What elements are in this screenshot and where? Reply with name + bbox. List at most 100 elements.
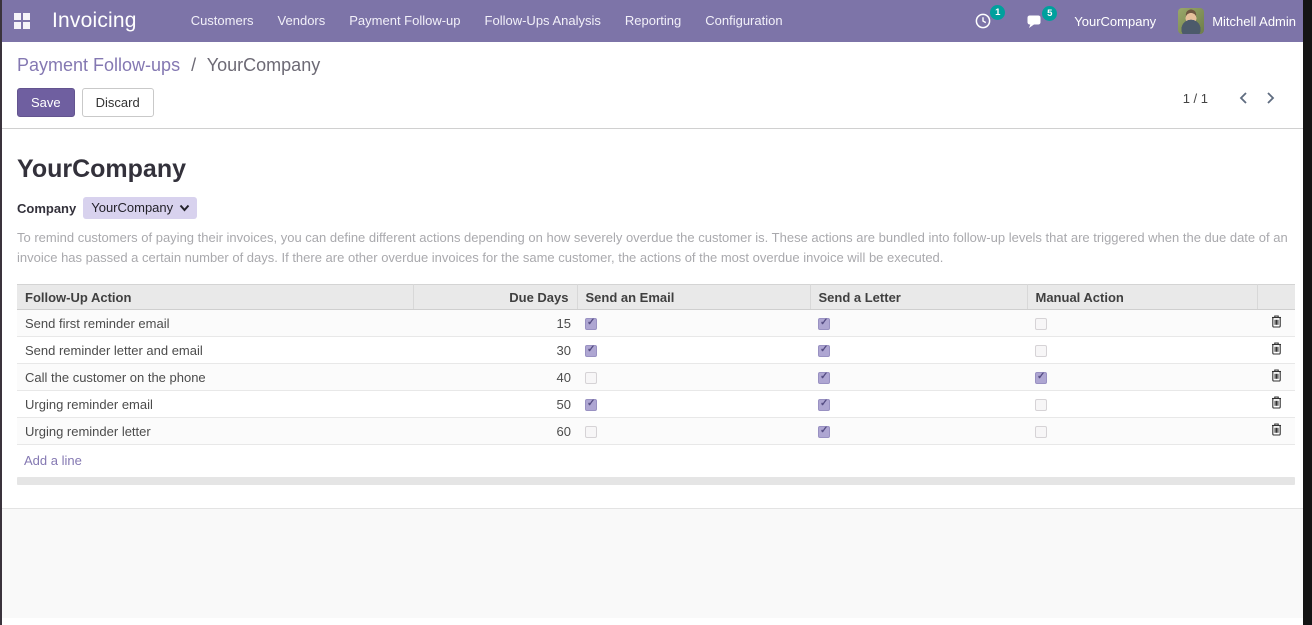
menu-vendors[interactable]: Vendors: [266, 0, 338, 42]
record-title: YourCompany: [17, 129, 1295, 184]
breadcrumb-current: YourCompany: [207, 55, 320, 75]
followup-action-cell[interactable]: Send first reminder email: [17, 310, 413, 337]
send-an-email-checkbox[interactable]: [585, 399, 597, 411]
send-email-cell[interactable]: [577, 391, 810, 418]
row-actions-cell: [1257, 364, 1295, 391]
user-menu[interactable]: Mitchell Admin: [1212, 14, 1296, 29]
followup-row[interactable]: Call the customer on the phone40: [17, 364, 1295, 391]
trash-icon: [1270, 395, 1283, 410]
menu-reporting[interactable]: Reporting: [613, 0, 693, 42]
followup-row[interactable]: Send reminder letter and email30: [17, 337, 1295, 364]
send-email-cell[interactable]: [577, 418, 810, 445]
messages-badge: 5: [1042, 6, 1057, 21]
send-email-cell[interactable]: [577, 364, 810, 391]
row-actions-cell: [1257, 391, 1295, 418]
save-button[interactable]: Save: [17, 88, 75, 117]
window-scrollbar[interactable]: [1303, 0, 1312, 625]
menu-customers[interactable]: Customers: [179, 0, 266, 42]
menu-follow-ups-analysis[interactable]: Follow-Ups Analysis: [473, 0, 613, 42]
send-an-email-checkbox[interactable]: [585, 345, 597, 357]
chevron-down-icon: [179, 204, 190, 212]
followup-row[interactable]: Send first reminder email15: [17, 310, 1295, 337]
chevron-right-icon: [1266, 92, 1275, 104]
top-navbar: Invoicing Customers Vendors Payment Foll…: [0, 0, 1312, 42]
column-header-send-a-letter[interactable]: Send a Letter: [810, 285, 1027, 310]
pager-next-button[interactable]: [1257, 90, 1284, 106]
column-header-send-an-email[interactable]: Send an Email: [577, 285, 810, 310]
manual-action-checkbox[interactable]: [1035, 399, 1047, 411]
send-email-cell[interactable]: [577, 310, 810, 337]
breadcrumb-parent-link[interactable]: Payment Follow-ups: [17, 55, 180, 75]
manual-action-cell[interactable]: [1027, 418, 1257, 445]
trash-icon: [1270, 368, 1283, 383]
followup-action-cell[interactable]: Send reminder letter and email: [17, 337, 413, 364]
followup-action-cell[interactable]: Urging reminder email: [17, 391, 413, 418]
due-days-cell[interactable]: 60: [413, 418, 577, 445]
manual-action-cell[interactable]: [1027, 391, 1257, 418]
send-an-email-checkbox[interactable]: [585, 318, 597, 330]
user-avatar[interactable]: [1178, 8, 1204, 34]
breadcrumb-separator: /: [191, 55, 196, 75]
send-letter-cell[interactable]: [810, 364, 1027, 391]
followup-levels-table: Follow-Up Action Due Days Send an Email …: [17, 284, 1295, 445]
help-text: To remind customers of paying their invo…: [17, 228, 1295, 267]
due-days-cell[interactable]: 50: [413, 391, 577, 418]
delete-row-button[interactable]: [1266, 339, 1287, 361]
control-panel: Payment Follow-ups / YourCompany Save Di…: [0, 42, 1312, 129]
send-an-email-checkbox[interactable]: [585, 372, 597, 384]
manual-action-checkbox[interactable]: [1035, 372, 1047, 384]
column-header-follow-up-action[interactable]: Follow-Up Action: [17, 285, 413, 310]
manual-action-checkbox[interactable]: [1035, 345, 1047, 357]
manual-action-checkbox[interactable]: [1035, 318, 1047, 330]
column-header-manual-action[interactable]: Manual Action: [1027, 285, 1257, 310]
company-select-value: YourCompany: [91, 200, 173, 215]
main-menu: Customers Vendors Payment Follow-up Foll…: [179, 0, 795, 42]
manual-action-cell[interactable]: [1027, 310, 1257, 337]
manual-action-checkbox[interactable]: [1035, 426, 1047, 438]
page-background: [0, 508, 1312, 618]
followup-row[interactable]: Urging reminder letter60: [17, 418, 1295, 445]
send-a-letter-checkbox[interactable]: [818, 399, 830, 411]
delete-row-button[interactable]: [1266, 366, 1287, 388]
delete-row-button[interactable]: [1266, 312, 1287, 334]
add-a-line-link[interactable]: Add a line: [24, 453, 82, 468]
menu-configuration[interactable]: Configuration: [693, 0, 794, 42]
discard-button[interactable]: Discard: [82, 88, 154, 117]
app-title[interactable]: Invoicing: [52, 9, 137, 33]
menu-payment-follow-up[interactable]: Payment Follow-up: [337, 0, 472, 42]
activities-button[interactable]: 1: [974, 12, 992, 30]
column-header-due-days[interactable]: Due Days: [413, 285, 577, 310]
manual-action-cell[interactable]: [1027, 337, 1257, 364]
send-a-letter-checkbox[interactable]: [818, 426, 830, 438]
send-email-cell[interactable]: [577, 337, 810, 364]
manual-action-cell[interactable]: [1027, 364, 1257, 391]
trash-icon: [1270, 314, 1283, 329]
messages-button[interactable]: 5: [1026, 13, 1044, 30]
send-letter-cell[interactable]: [810, 391, 1027, 418]
apps-menu-icon[interactable]: [14, 13, 30, 29]
row-actions-cell: [1257, 418, 1295, 445]
send-a-letter-checkbox[interactable]: [818, 345, 830, 357]
table-horizontal-scrollbar[interactable]: [17, 477, 1295, 485]
due-days-cell[interactable]: 40: [413, 364, 577, 391]
pager-previous-button[interactable]: [1230, 90, 1257, 106]
send-letter-cell[interactable]: [810, 310, 1027, 337]
send-a-letter-checkbox[interactable]: [818, 318, 830, 330]
due-days-cell[interactable]: 30: [413, 337, 577, 364]
company-select[interactable]: YourCompany: [83, 197, 197, 219]
form-sheet: YourCompany Company YourCompany To remin…: [0, 129, 1312, 508]
delete-row-button[interactable]: [1266, 420, 1287, 442]
company-switcher[interactable]: YourCompany: [1074, 14, 1156, 29]
send-letter-cell[interactable]: [810, 418, 1027, 445]
send-letter-cell[interactable]: [810, 337, 1027, 364]
followup-action-cell[interactable]: Urging reminder letter: [17, 418, 413, 445]
send-a-letter-checkbox[interactable]: [818, 372, 830, 384]
delete-row-button[interactable]: [1266, 393, 1287, 415]
followup-row[interactable]: Urging reminder email50: [17, 391, 1295, 418]
table-header-row: Follow-Up Action Due Days Send an Email …: [17, 285, 1295, 310]
due-days-cell[interactable]: 15: [413, 310, 577, 337]
followup-action-cell[interactable]: Call the customer on the phone: [17, 364, 413, 391]
pager-value: 1 / 1: [1183, 91, 1208, 106]
send-an-email-checkbox[interactable]: [585, 426, 597, 438]
activities-badge: 1: [990, 5, 1005, 20]
